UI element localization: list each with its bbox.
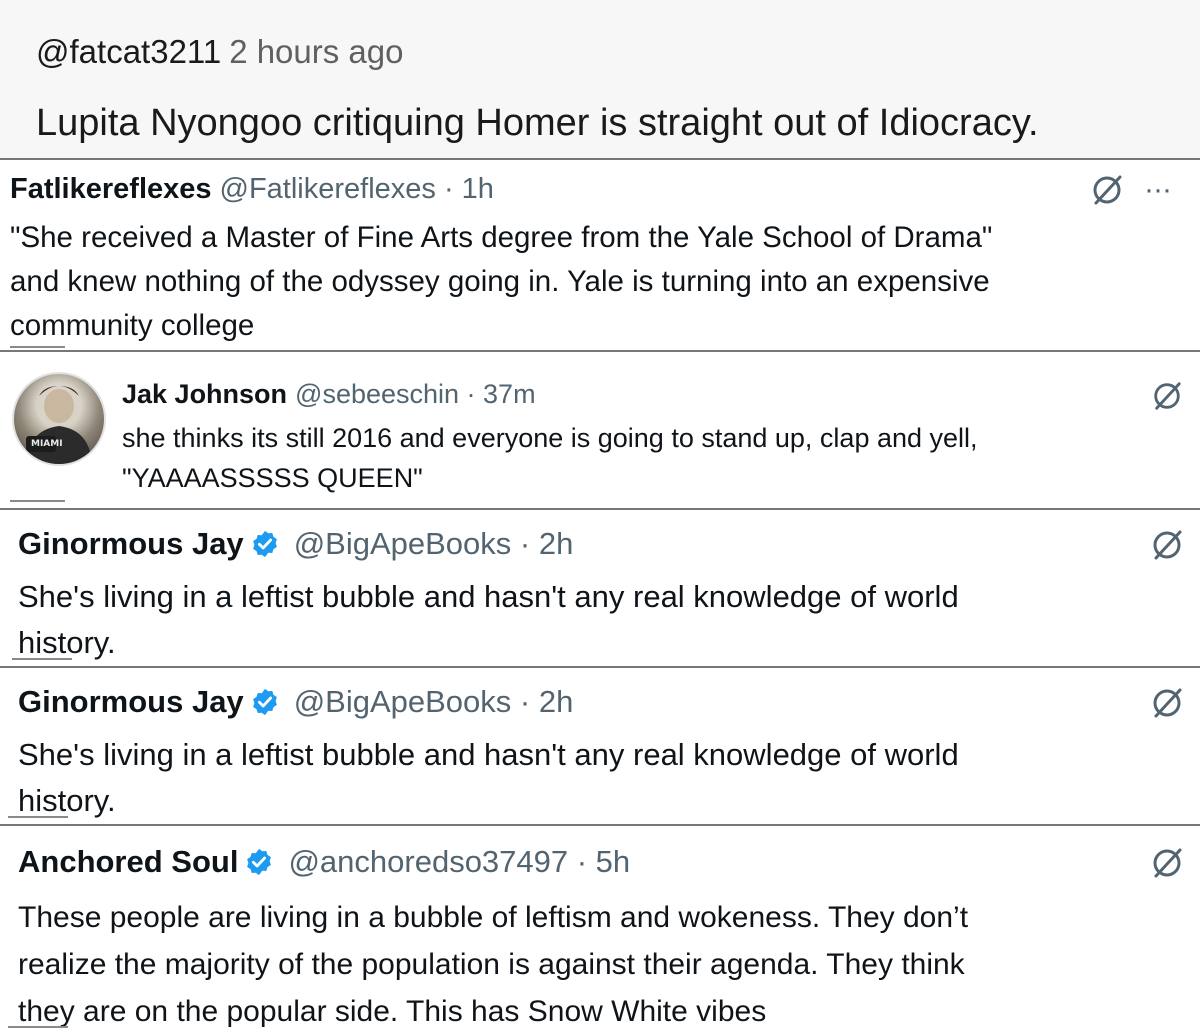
underline-mark [8, 1026, 68, 1028]
tweet-header: Ginormous Jay @BigApeBooks · 2h [18, 524, 573, 564]
underline-mark [10, 500, 65, 502]
verified-badge-icon [252, 530, 277, 558]
avatar-image [26, 386, 92, 464]
tweet-text-line: community college [10, 309, 255, 342]
tweet-text-line: "YAAAASSSSS QUEEN" [122, 463, 423, 493]
tweet-text-line: she thinks its still 2016 and everyone i… [122, 423, 978, 453]
tweet-text: These people are living in a bubble of l… [18, 894, 968, 1035]
tweet-header: Ginormous Jay @BigApeBooks · 2h [18, 682, 573, 722]
more-icon[interactable]: ··· [1144, 175, 1172, 205]
tweet-header: Anchored Soul @anchoredso37497 · 5h [18, 842, 630, 882]
grok-icon[interactable] [1090, 173, 1124, 207]
comment-author[interactable]: @fatcat3211 [36, 33, 221, 70]
top-comment: @fatcat3211 2 hours ago Lupita Nyongoo cr… [0, 0, 1200, 158]
tweet-card[interactable]: Ginormous Jay @BigApeBooks · 2h She's li… [0, 510, 1200, 666]
tweet-author-name[interactable]: Ginormous Jay [18, 524, 244, 564]
tweet-text-line: they are on the popular side. This has S… [18, 995, 767, 1028]
underline-mark [8, 816, 68, 818]
verified-badge-icon [252, 688, 277, 716]
grok-icon[interactable] [1151, 380, 1183, 412]
avatar[interactable]: MIAMI [12, 372, 106, 466]
underline-mark [10, 346, 65, 348]
tweet-author-handle[interactable]: @Fatlikereflexes · 1h [220, 170, 494, 208]
comment-text: Lupita Nyongoo critiquing Homer is strai… [36, 102, 1039, 144]
grok-icon[interactable] [1150, 528, 1184, 562]
tweet-author-handle[interactable]: @anchoredso37497 · 5h [288, 842, 630, 882]
tweet-text: she thinks its still 2016 and everyone i… [122, 418, 978, 498]
verified-badge-icon [247, 848, 272, 876]
tweet-author-name[interactable]: Anchored Soul [18, 842, 238, 882]
tweet-card[interactable]: MIAMI Jak Johnson @sebeeschin · 37m she … [0, 352, 1200, 508]
tweet-author-handle[interactable]: @BigApeBooks · 2h [294, 682, 574, 722]
tweet-text-line: realize the majority of the population i… [18, 948, 965, 981]
tweet-text-line: "She received a Master of Fine Arts degr… [10, 221, 993, 254]
tweet-text: She's living in a leftist bubble and has… [18, 574, 959, 666]
grok-icon[interactable] [1150, 846, 1184, 880]
avatar-text: MIAMI [31, 439, 63, 449]
tweet-card[interactable]: Anchored Soul @anchoredso37497 · 5h Thes… [0, 826, 1200, 1032]
tweet-text-line: She's living in a leftist bubble and has… [18, 579, 959, 614]
tweet-author-name[interactable]: Ginormous Jay [18, 682, 244, 722]
comment-time: 2 hours ago [229, 33, 404, 70]
tweet-text-line: These people are living in a bubble of l… [18, 901, 969, 934]
tweet-author-handle[interactable]: @BigApeBooks · 2h [294, 524, 574, 564]
tweet-card[interactable]: Fatlikereflexes @Fatlikereflexes · 1h ··… [0, 160, 1200, 350]
tweet-card[interactable]: Ginormous Jay @BigApeBooks · 2h She's li… [0, 668, 1200, 824]
tweet-text-line: She's living in a leftist bubble and has… [18, 737, 959, 772]
tweet-text: "She received a Master of Fine Arts degr… [10, 216, 992, 348]
tweet-author-name[interactable]: Fatlikereflexes [10, 170, 212, 208]
tweet-text: She's living in a leftist bubble and has… [18, 732, 959, 824]
comment-meta: @fatcat3211 2 hours ago [36, 30, 404, 74]
tweet-author-name[interactable]: Jak Johnson [122, 376, 287, 412]
grok-icon[interactable] [1150, 686, 1184, 720]
tweet-author-handle[interactable]: @sebeeschin · 37m [295, 376, 536, 412]
tweet-header: Jak Johnson @sebeeschin · 37m [122, 376, 536, 412]
tweet-text-line: history. [18, 783, 116, 818]
tweet-header: Fatlikereflexes @Fatlikereflexes · 1h [10, 170, 494, 208]
tweet-text-line: history. [18, 625, 116, 660]
underline-mark [12, 658, 72, 660]
tweet-text-line: and knew nothing of the odyssey going in… [10, 265, 990, 298]
